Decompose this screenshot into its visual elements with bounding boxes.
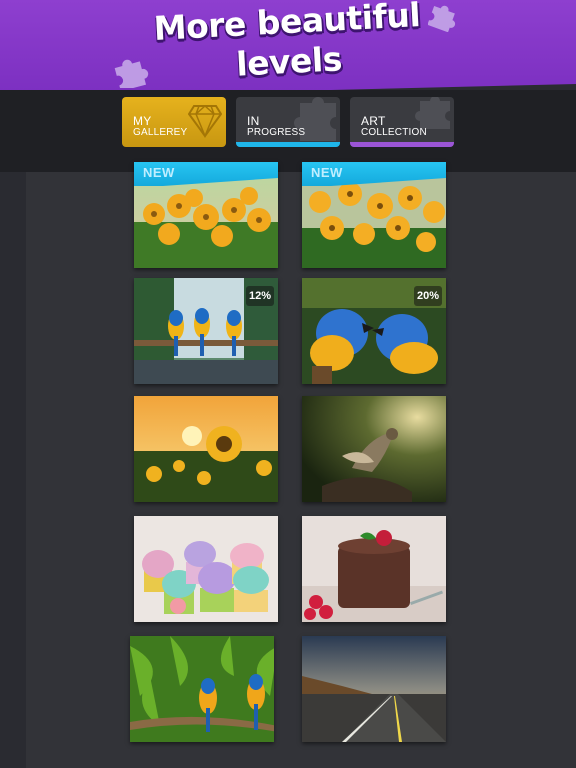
puzzle-icon [415,97,450,129]
sunflower-sunset-image [134,396,278,502]
diamond-icon [188,104,222,138]
hawk-image [302,396,446,502]
puzzle-thumb-cupcakes[interactable] [134,516,278,622]
puzzle-thumb-jungle-parrots[interactable] [130,636,274,742]
puzzle-thumb-parrots-waterfall[interactable]: 12% [134,278,278,384]
progress-badge: 12% [245,286,274,306]
puzzle-thumb-sunflower-sunset[interactable] [134,396,278,502]
puzzle-thumb-hawk[interactable] [302,396,446,502]
tab-art-collection-label-2: COLLECTION [361,127,427,138]
tab-in-progress[interactable]: IN PROGRESS [236,97,340,147]
puzzle-gallery [26,172,576,768]
promo-banner: More beautiful levels [0,0,576,98]
tab-my-gallery-label-2: GALLEREY [133,127,188,138]
puzzle-thumb-chocolate-dessert[interactable] [302,516,446,622]
tab-in-progress-indicator [236,142,340,147]
puzzle-thumb-flowers-2[interactable]: NEW [302,162,446,268]
puzzle-thumb-desert-road[interactable] [302,636,446,742]
chocolate-dessert-image [302,516,446,622]
tab-in-progress-label-2: PROGRESS [247,127,306,138]
puzzle-thumb-kissing-parrots[interactable]: 20% [302,278,446,384]
puzzle-thumb-flowers[interactable]: NEW [134,162,278,268]
banner-title: More beautiful levels [0,0,576,97]
cupcakes-image [134,516,278,622]
jungle-parrots-image [130,636,274,742]
desert-road-image [302,636,446,742]
tab-my-gallery-label-1: MY [133,114,152,128]
new-badge-label: NEW [311,165,343,180]
tab-art-collection[interactable]: ART COLLECTION [350,97,454,147]
tab-art-collection-indicator [350,142,454,147]
new-badge-label: NEW [143,165,175,180]
progress-badge: 20% [413,286,442,306]
tab-art-collection-label-1: ART [361,114,386,128]
tab-my-gallery[interactable]: MY GALLEREY [122,97,226,147]
tab-in-progress-label-1: IN [247,114,260,128]
